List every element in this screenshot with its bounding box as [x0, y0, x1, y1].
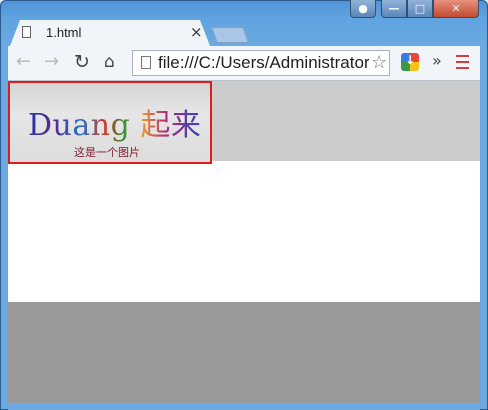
forward-button[interactable]: → — [44, 50, 59, 74]
maximize-button[interactable]: □ — [407, 0, 433, 18]
window-bottom-border — [8, 403, 480, 410]
close-window-button[interactable]: ✕ — [433, 0, 479, 18]
tab-title: 1.html — [46, 25, 82, 40]
page-content: Duang 起来 这是一个图片 — [8, 81, 480, 403]
home-button[interactable]: ⌂ — [104, 50, 115, 74]
tab-close-button[interactable]: × — [190, 24, 203, 40]
reload-button[interactable]: ↻ — [74, 50, 90, 74]
tab-1-html[interactable] — [10, 20, 210, 46]
page-icon — [141, 56, 151, 69]
image-caption: 这是一个图片 — [74, 146, 140, 159]
footer-block — [8, 302, 480, 403]
download-arrow-icon: ↓ — [405, 53, 416, 67]
new-tab-button[interactable] — [211, 27, 249, 43]
back-button[interactable]: ← — [16, 50, 31, 74]
address-bar[interactable]: file:///C:/Users/Administrator ☆ — [132, 50, 390, 76]
minimize-button[interactable]: — — [381, 0, 407, 18]
logo-image: Duang 起来 这是一个图片 — [8, 81, 212, 164]
menu-icon[interactable] — [456, 55, 469, 69]
logo-text: Duang 起来 — [28, 108, 202, 143]
address-text: file:///C:/Users/Administrator — [158, 53, 370, 72]
document-icon — [22, 26, 31, 38]
bookmark-star-icon[interactable]: ☆ — [369, 52, 388, 74]
user-icon[interactable]: ● — [350, 0, 376, 18]
overflow-chevron-button[interactable]: » — [432, 51, 442, 70]
